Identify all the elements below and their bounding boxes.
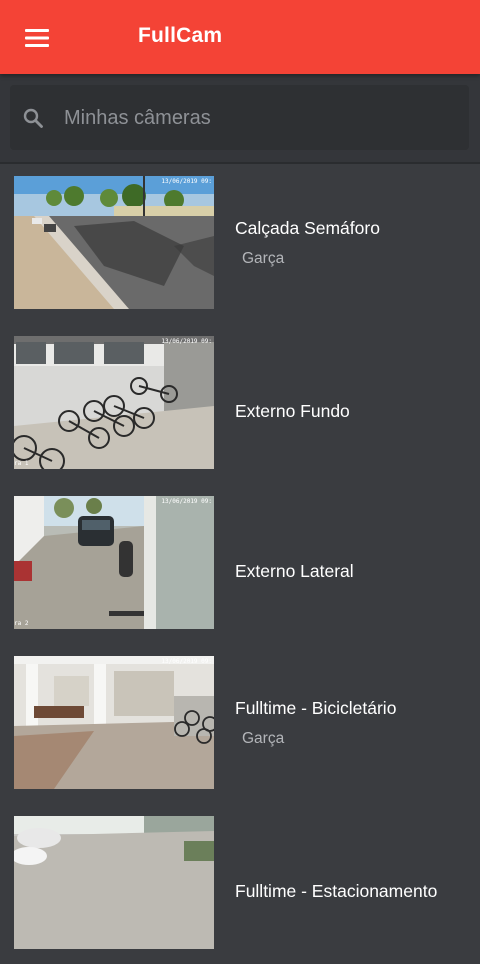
camera-thumbnail[interactable]: 13/06/2019 09: ra 1 bbox=[14, 336, 214, 469]
search-icon bbox=[23, 108, 43, 128]
camera-title: Fulltime - Estacionamento bbox=[235, 881, 438, 901]
camera-location: Garça bbox=[242, 250, 285, 267]
camera-item[interactable]: 13/06/2019 09: Fulltime - Bicicletário G… bbox=[0, 644, 480, 804]
camera-item[interactable]: Fulltime - Estacionamento bbox=[0, 804, 480, 964]
camera-label: ra 1 bbox=[14, 460, 29, 467]
camera-location: Garça bbox=[242, 730, 285, 747]
camera-timestamp: 13/06/2019 09: bbox=[161, 498, 212, 505]
camera-title: Externo Lateral bbox=[235, 561, 354, 581]
search-box[interactable] bbox=[10, 85, 469, 150]
camera-timestamp: 13/06/2019 09: bbox=[161, 338, 212, 345]
camera-item[interactable]: 13/06/2019 09: ra 2 Externo Lateral bbox=[0, 484, 480, 644]
camera-label: ra 2 bbox=[14, 620, 29, 627]
app-title: FullCam bbox=[138, 24, 223, 47]
camera-timestamp: 13/06/2019 09: bbox=[161, 178, 212, 185]
camera-title: Calçada Semáforo bbox=[235, 218, 380, 238]
camera-list: 13/06/2019 09: Calçada Semáforo Garça 13… bbox=[0, 164, 480, 964]
camera-thumbnail[interactable]: 13/06/2019 09: bbox=[14, 656, 214, 789]
camera-title: Fulltime - Bicicletário bbox=[235, 698, 397, 718]
camera-item[interactable]: 13/06/2019 09: Calçada Semáforo Garça bbox=[0, 164, 480, 324]
app-bar: FullCam bbox=[0, 0, 480, 74]
menu-icon bbox=[25, 29, 49, 47]
camera-thumbnail[interactable]: 13/06/2019 09: bbox=[14, 176, 214, 309]
camera-title: Externo Fundo bbox=[235, 401, 350, 421]
menu-button[interactable] bbox=[14, 20, 60, 56]
camera-thumbnail[interactable] bbox=[14, 816, 214, 949]
search-bar bbox=[0, 74, 480, 164]
camera-timestamp: 13/06/2019 09: bbox=[161, 658, 212, 665]
camera-item[interactable]: 13/06/2019 09: ra 1 Externo Fundo bbox=[0, 324, 480, 484]
search-input[interactable] bbox=[62, 97, 456, 139]
camera-thumbnail[interactable]: 13/06/2019 09: ra 2 bbox=[14, 496, 214, 629]
